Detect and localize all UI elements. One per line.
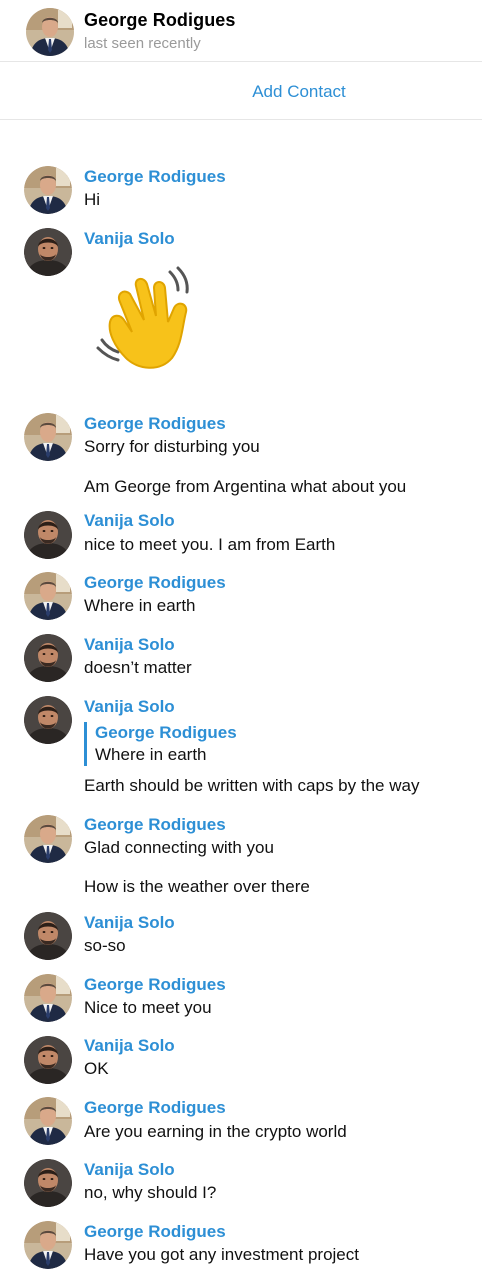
sender-name[interactable]: George Rodigues xyxy=(84,167,226,187)
avatar[interactable] xyxy=(24,1221,72,1269)
avatar[interactable] xyxy=(24,413,72,461)
avatar-icon xyxy=(24,634,72,682)
avatar-icon xyxy=(24,511,72,559)
avatar[interactable] xyxy=(24,815,72,863)
avatar-icon xyxy=(24,1036,72,1084)
avatar[interactable] xyxy=(24,1159,72,1207)
sender-name[interactable]: Vanija Solo xyxy=(84,229,175,249)
message-text[interactable]: doesn’t matter xyxy=(84,658,192,678)
avatar[interactable] xyxy=(24,696,72,744)
chat-header: George Rodigues last seen recently xyxy=(0,0,482,62)
header-avatar[interactable] xyxy=(26,8,74,56)
avatar[interactable] xyxy=(24,572,72,620)
avatar-icon xyxy=(24,166,72,214)
message-text[interactable]: Am George from Argentina what about you xyxy=(84,477,406,497)
sender-name[interactable]: Vanija Solo xyxy=(84,913,175,933)
avatar-icon xyxy=(24,696,72,744)
contact-name[interactable]: George Rodigues xyxy=(84,10,236,31)
sender-name[interactable]: George Rodigues xyxy=(84,414,226,434)
message-text[interactable]: nice to meet you. I am from Earth xyxy=(84,535,335,555)
sender-name[interactable]: George Rodigues xyxy=(84,1098,226,1118)
message-text[interactable]: Nice to meet you xyxy=(84,998,212,1018)
avatar-icon xyxy=(24,815,72,863)
avatar[interactable] xyxy=(24,228,72,276)
sender-name[interactable]: Vanija Solo xyxy=(84,1036,175,1056)
sender-name[interactable]: George Rodigues xyxy=(84,1222,226,1242)
avatar[interactable] xyxy=(24,511,72,559)
avatar-icon xyxy=(24,572,72,620)
message-text[interactable]: Sorry for disturbing you xyxy=(84,437,260,457)
message-text[interactable]: OK xyxy=(84,1059,109,1079)
avatar-icon xyxy=(24,228,72,276)
avatar-icon xyxy=(24,912,72,960)
waving-hand-icon[interactable] xyxy=(92,262,212,382)
message-text[interactable]: so-so xyxy=(84,936,126,956)
message-text[interactable]: How is the weather over there xyxy=(84,877,310,897)
reply-text: Where in earth xyxy=(95,745,207,764)
message-text[interactable]: no, why should I? xyxy=(84,1183,216,1203)
avatar[interactable] xyxy=(24,912,72,960)
avatar[interactable] xyxy=(24,634,72,682)
avatar-icon xyxy=(24,1159,72,1207)
message-text[interactable]: Glad connecting with you xyxy=(84,838,274,858)
message-text[interactable]: Are you earning in the crypto world xyxy=(84,1122,347,1142)
contact-status: last seen recently xyxy=(84,35,201,52)
sender-name[interactable]: Vanija Solo xyxy=(84,635,175,655)
sender-name[interactable]: George Rodigues xyxy=(84,815,226,835)
avatar[interactable] xyxy=(24,974,72,1022)
avatar[interactable] xyxy=(24,1097,72,1145)
reply-quote[interactable]: George Rodigues Where in earth xyxy=(84,722,237,766)
avatar[interactable] xyxy=(24,166,72,214)
avatar-icon xyxy=(24,1097,72,1145)
message-text[interactable]: Hi xyxy=(84,190,100,210)
add-contact-button[interactable]: Add Contact xyxy=(0,82,482,102)
sender-name[interactable]: George Rodigues xyxy=(84,975,226,995)
avatar-icon xyxy=(24,413,72,461)
avatar-icon xyxy=(24,974,72,1022)
reply-sender: George Rodigues xyxy=(95,723,237,742)
sender-name[interactable]: Vanija Solo xyxy=(84,697,175,717)
add-contact-bar: Add Contact xyxy=(0,62,482,120)
avatar-icon xyxy=(24,1221,72,1269)
avatar[interactable] xyxy=(24,1036,72,1084)
sender-name[interactable]: George Rodigues xyxy=(84,573,226,593)
message-text[interactable]: Have you got any investment project xyxy=(84,1245,359,1265)
message-text[interactable]: Earth should be written with caps by the… xyxy=(84,776,419,796)
sender-name[interactable]: Vanija Solo xyxy=(84,511,175,531)
avatar-icon xyxy=(26,8,74,56)
message-text[interactable]: Where in earth xyxy=(84,596,196,616)
sender-name[interactable]: Vanija Solo xyxy=(84,1160,175,1180)
